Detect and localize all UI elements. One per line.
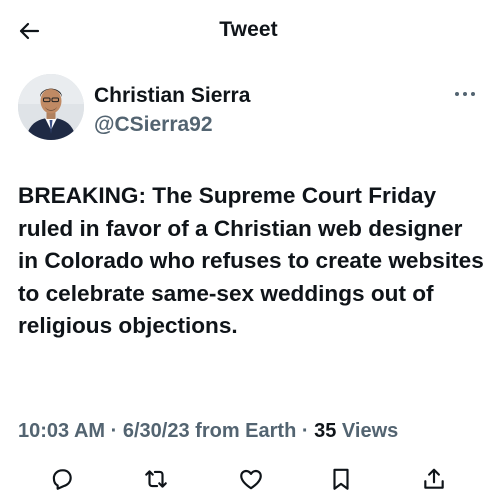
avatar[interactable] <box>18 74 84 140</box>
reply-icon <box>52 469 72 490</box>
action-bar <box>0 458 497 498</box>
views-count: 35 <box>314 420 337 442</box>
tweet-meta: 10:03 AM · 6/30/23 from Earth · 35 Views <box>18 420 398 443</box>
tweet-date[interactable]: 6/30/23 <box>123 420 190 442</box>
views-label: Views <box>341 420 399 442</box>
bookmark-button[interactable] <box>324 464 358 494</box>
tweet-time[interactable]: 10:03 AM <box>18 420 105 442</box>
reply-button[interactable] <box>45 464 79 494</box>
tweet-text: BREAKING: The Supreme Court Friday ruled… <box>18 183 484 339</box>
tweet-header: Tweet <box>0 0 497 62</box>
more-horizontal-icon <box>455 92 475 96</box>
more-button[interactable] <box>447 84 483 104</box>
author-handle[interactable]: @CSierra92 <box>94 113 213 137</box>
bookmark-icon <box>333 468 349 490</box>
retweet-button[interactable] <box>139 464 173 494</box>
author-row: Christian Sierra @CSierra92 <box>18 72 483 146</box>
retweet-icon <box>145 470 167 488</box>
share-button[interactable] <box>417 464 451 494</box>
meta-separator: · <box>110 420 118 442</box>
author-display-name[interactable]: Christian Sierra <box>94 84 250 108</box>
like-icon <box>240 469 262 490</box>
avatar-portrait <box>18 74 84 140</box>
page-title: Tweet <box>219 18 278 41</box>
share-icon <box>424 468 444 489</box>
like-button[interactable] <box>234 464 268 494</box>
meta-separator: · <box>301 420 309 442</box>
tweet-source: from Earth <box>195 420 297 442</box>
